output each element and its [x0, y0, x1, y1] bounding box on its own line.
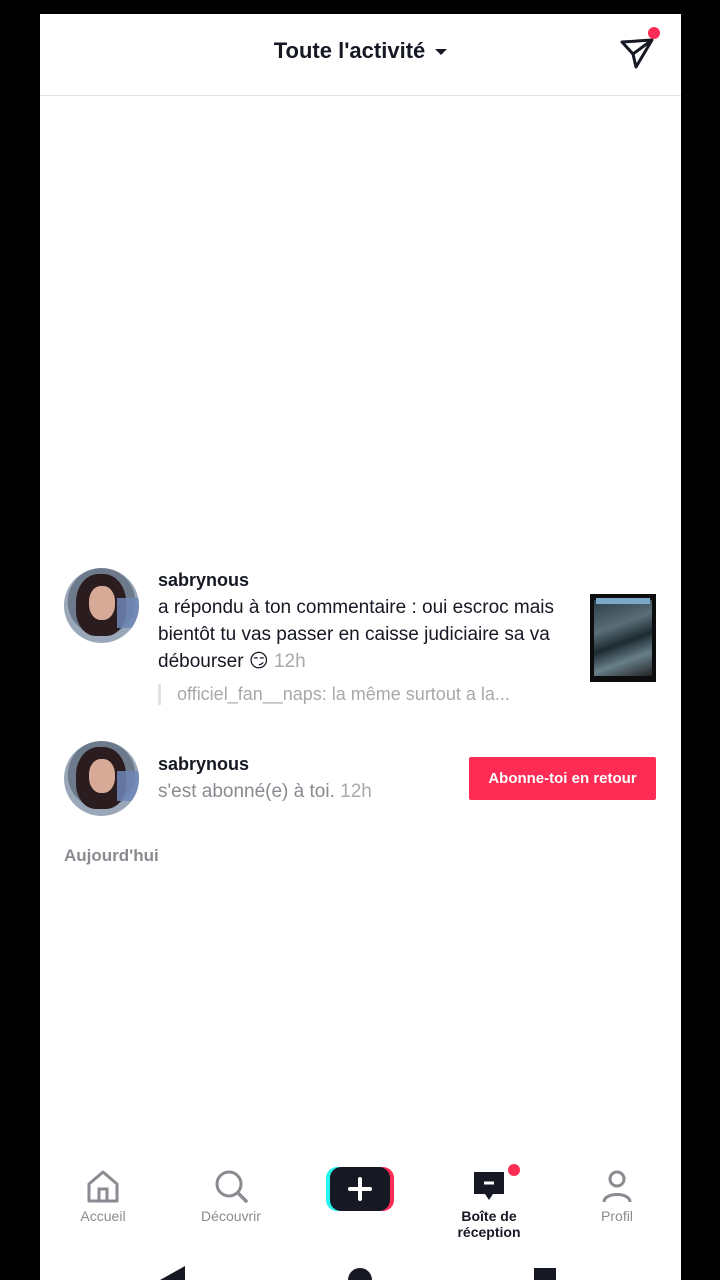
- inbox-icon: [474, 1172, 504, 1200]
- home-icon: [87, 1170, 119, 1203]
- message-text: s'est abonné(e) à toi.: [158, 781, 335, 802]
- page-title: Toute l'activité: [273, 38, 426, 63]
- header: Toute l'activité: [40, 14, 681, 96]
- nav-home[interactable]: Accueil: [43, 1154, 163, 1224]
- follow-back-button[interactable]: Abonne-toi en retour: [469, 757, 656, 800]
- home-button-icon: [348, 1268, 372, 1280]
- notification-dot: [648, 27, 660, 39]
- activity-filter-dropdown[interactable]: Toute l'activité: [40, 38, 681, 64]
- timestamp: 12h: [273, 651, 306, 672]
- notification-follow[interactable]: sabrynous s'est abonné(e) à toi. 12h Abo…: [40, 737, 681, 827]
- recents-icon: [534, 1268, 556, 1280]
- nav-label: Profil: [601, 1208, 633, 1224]
- nav-label: Accueil: [80, 1208, 126, 1224]
- system-nav-bar: [160, 1266, 556, 1280]
- nav-label: Découvrir: [201, 1208, 261, 1224]
- send-icon[interactable]: [618, 34, 656, 72]
- quoted-comment: officiel_fan__naps: la même surtout a la…: [158, 684, 587, 705]
- nav-inbox[interactable]: Boîte de réception: [429, 1154, 549, 1240]
- back-icon: [160, 1266, 185, 1280]
- avatar[interactable]: [64, 568, 139, 643]
- profile-icon: [602, 1170, 632, 1203]
- bottom-nav: Accueil Découvrir Boîte de réception Pro…: [40, 1154, 681, 1244]
- activity-screen: Toute l'activité sabrynous a répondu à t…: [40, 14, 681, 1280]
- username[interactable]: sabrynous: [158, 754, 249, 775]
- caret-down-icon: [435, 49, 448, 56]
- search-icon: [215, 1170, 248, 1203]
- section-header-today: Aujourd'hui: [64, 846, 159, 865]
- notification-dot: [508, 1164, 520, 1176]
- nav-discover[interactable]: Découvrir: [171, 1154, 291, 1224]
- nav-profile[interactable]: Profil: [557, 1154, 677, 1224]
- timestamp: 12h: [340, 781, 372, 802]
- notification-message: a répondu à ton commentaire : oui escroc…: [158, 594, 568, 675]
- avatar[interactable]: [64, 741, 139, 816]
- video-thumbnail[interactable]: [590, 594, 656, 682]
- message-text: a répondu à ton commentaire : oui escroc…: [158, 597, 555, 672]
- notification-comment-reply[interactable]: sabrynous a répondu à ton commentaire : …: [40, 564, 681, 714]
- nav-label: Boîte de réception: [457, 1208, 521, 1240]
- create-video-button[interactable]: [326, 1167, 394, 1211]
- username[interactable]: sabrynous: [158, 570, 249, 591]
